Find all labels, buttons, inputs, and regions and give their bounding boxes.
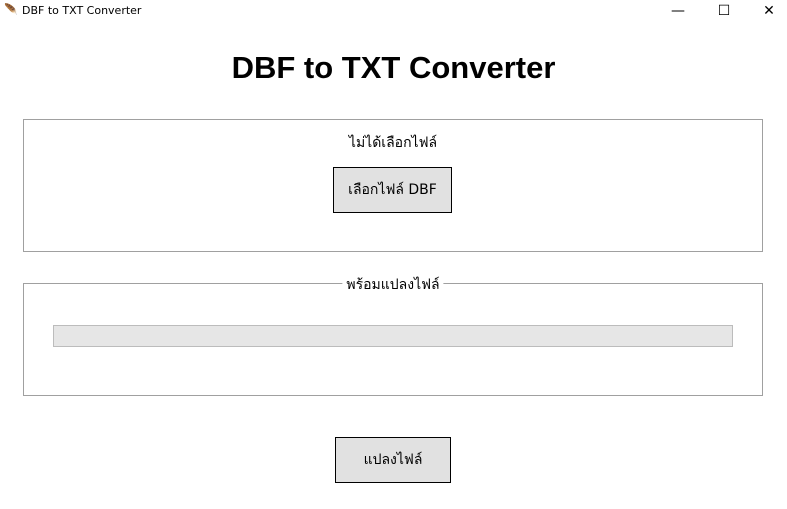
page-title: DBF to TXT Converter (231, 50, 556, 85)
file-status-label: ไม่ได้เลือกไฟล์ (348, 135, 438, 151)
file-selection-frame: ไม่ได้เลือกไฟล์ เลือกไฟล์ DBF (23, 119, 763, 252)
window-title: DBF to TXT Converter (22, 4, 142, 17)
progress-frame: พร้อมแปลงไฟล์ (23, 274, 763, 396)
title-bar: 🪶 DBF to TXT Converter — ☐ ✕ (0, 0, 787, 22)
minimize-button[interactable]: — (656, 0, 700, 22)
feather-icon: 🪶 (4, 3, 18, 16)
progress-status-label: พร้อมแปลงไฟล์ (342, 274, 444, 296)
progress-bar (53, 325, 733, 347)
maximize-button[interactable]: ☐ (702, 0, 746, 22)
close-button[interactable]: ✕ (747, 0, 787, 22)
select-dbf-button[interactable]: เลือกไฟล์ DBF (333, 167, 452, 213)
convert-button[interactable]: แปลงไฟล์ (335, 437, 451, 483)
